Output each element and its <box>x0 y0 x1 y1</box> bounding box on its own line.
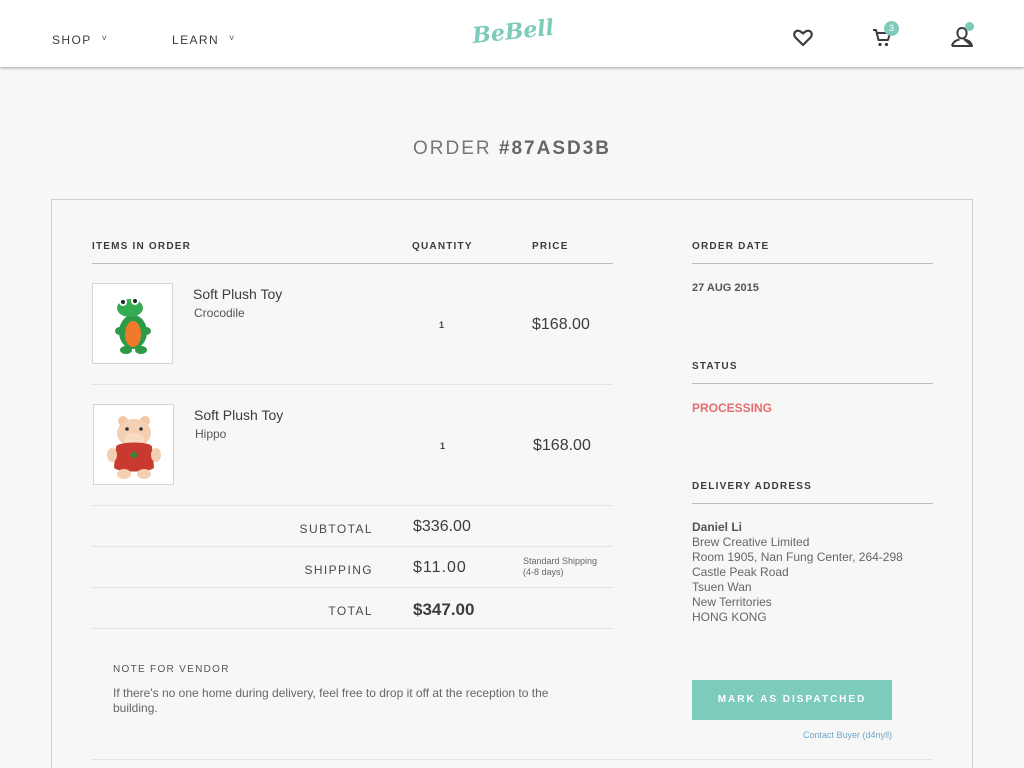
shipping-method: Standard Shipping <box>523 556 598 566</box>
order-panel: ITEMS IN ORDER QUANTITY PRICE Soft Plush… <box>51 199 973 768</box>
address-line: Room 1905, Nan Fung Center, 264-298 <box>692 550 903 564</box>
divider <box>692 503 933 504</box>
divider <box>92 759 932 760</box>
status-badge: PROCESSING <box>692 401 773 415</box>
order-date-value: 27 AUG 2015 <box>692 282 759 294</box>
delivery-address-label: DELIVERY ADDRESS <box>692 481 812 492</box>
total-label: TOTAL <box>328 604 373 618</box>
mark-as-dispatched-button[interactable]: MARK AS DISPATCHED <box>692 680 892 720</box>
nav-learn-label: LEARN <box>172 33 220 47</box>
product-price: $168.00 <box>532 316 590 333</box>
shipping-label: SHIPPING <box>304 563 373 577</box>
subtotal-label: SUBTOTAL <box>299 522 373 536</box>
product-name[interactable]: Soft Plush Toy <box>194 407 283 423</box>
shipping-value: $11.00 <box>413 559 467 576</box>
note-label: NOTE FOR VENDOR <box>113 664 230 675</box>
subtotal-value: $336.00 <box>413 518 471 535</box>
crocodile-plush-image <box>115 297 151 354</box>
product-price: $168.00 <box>533 437 591 454</box>
logo-text: BeBello <box>472 13 554 47</box>
divider <box>92 505 613 506</box>
price-column-header: PRICE <box>532 241 569 252</box>
address-line: New Territories <box>692 595 772 609</box>
heart-icon[interactable] <box>793 29 813 52</box>
divider <box>692 383 933 384</box>
nav-shop-label: SHOP <box>52 33 92 47</box>
nav-shop[interactable]: SHOP ˅ <box>52 33 108 47</box>
order-number: #87ASD3B <box>498 138 611 159</box>
contact-buyer-link[interactable]: Contact Buyer (d4nyll) <box>692 730 892 740</box>
address-line: Tsuen Wan <box>692 580 752 594</box>
address-line: Castle Peak Road <box>692 565 789 579</box>
notification-dot <box>965 22 974 31</box>
page-title: ORDER #87ASD3B <box>0 138 1024 160</box>
divider <box>92 546 613 547</box>
product-thumbnail-crocodile[interactable] <box>92 283 173 364</box>
note-text: If there's no one home during delivery, … <box>113 686 549 715</box>
top-navigation-bar: SHOP ˅ LEARN ˅ BeBello 3 <box>0 0 1024 67</box>
product-name[interactable]: Soft Plush Toy <box>193 286 282 302</box>
divider <box>692 263 933 264</box>
address-line: Brew Creative Limited <box>692 535 810 549</box>
hippo-plush-image <box>107 416 161 479</box>
status-label: STATUS <box>692 361 738 372</box>
divider <box>92 384 613 385</box>
logo[interactable]: BeBello <box>470 13 570 52</box>
nav-learn[interactable]: LEARN ˅ <box>172 33 236 47</box>
delivery-address: Daniel Li Brew Creative Limited Room 190… <box>692 520 903 625</box>
address-line: HONG KONG <box>692 610 767 624</box>
product-quantity: 1 <box>440 441 446 451</box>
divider <box>92 587 613 588</box>
divider <box>92 263 613 264</box>
order-title-prefix: ORDER <box>412 138 492 159</box>
address-line: Daniel Li <box>692 520 743 534</box>
shipping-duration: (4-8 days) <box>523 567 564 577</box>
product-thumbnail-hippo[interactable] <box>93 404 174 485</box>
product-quantity: 1 <box>439 320 445 330</box>
chevron-down-icon: ˅ <box>229 33 236 43</box>
product-variant: Crocodile <box>194 306 245 320</box>
divider <box>92 628 613 629</box>
shipping-method-note: Standard Shipping (4-8 days) <box>523 556 597 578</box>
chevron-down-icon: ˅ <box>101 33 109 43</box>
quantity-column-header: QUANTITY <box>412 241 473 252</box>
total-value: $347.00 <box>413 600 475 619</box>
items-column-header: ITEMS IN ORDER <box>92 241 192 252</box>
cart-count-badge: 3 <box>884 21 899 36</box>
order-date-label: ORDER DATE <box>692 241 770 252</box>
product-variant: Hippo <box>195 427 227 441</box>
